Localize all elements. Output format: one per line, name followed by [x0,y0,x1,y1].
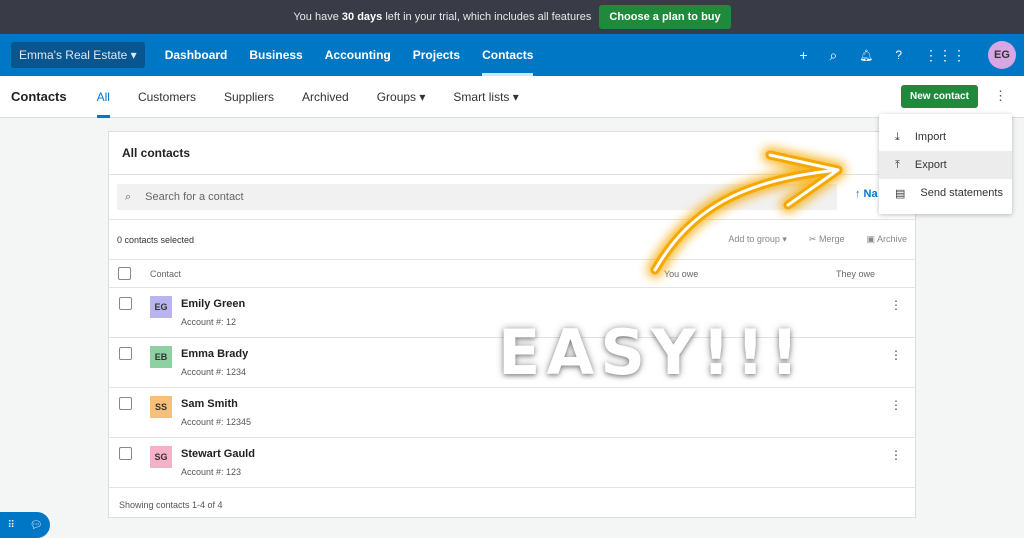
contact-name[interactable]: Stewart Gauld [181,448,255,460]
nav-accounting[interactable]: Accounting [325,34,391,76]
tab-all[interactable]: All [96,76,110,118]
nav-contacts[interactable]: Contacts [482,34,534,76]
chat-icon: 💬︎ [29,519,43,531]
tab-customers[interactable]: Customers [138,76,196,118]
more-options-menu: ⤓ Import ⤒ Export ▤ Send statements [879,114,1012,214]
row-options-icon[interactable]: ⋮ [890,348,902,362]
search-icon[interactable]: ⌕ [830,47,838,64]
nav-business[interactable]: Business [249,34,302,76]
more-options-icon[interactable]: ⋮ [994,88,1007,104]
bell-icon[interactable]: 🔔︎ [859,49,873,62]
nav-dashboard[interactable]: Dashboard [165,34,228,76]
archive-button[interactable]: ▣ Archive [866,234,907,245]
column-you-owe: You owe [664,268,699,279]
row-options-icon[interactable]: ⋮ [890,398,902,412]
document-icon: ▤ [895,187,906,200]
table-row[interactable]: SS Sam Smith Account #: 12345 ⋮ [109,387,915,437]
merge-button[interactable]: ✂ Merge [809,234,845,245]
download-icon: ⤓ [895,130,900,143]
contact-name[interactable]: Emma Brady [181,348,248,360]
row-checkbox[interactable] [119,297,132,310]
sort-button[interactable]: ↑ Na [855,188,878,200]
menu-item-send-statements[interactable]: ▤ Send statements [879,179,1012,207]
tab-archived[interactable]: Archived [302,76,349,118]
search-placeholder: Search for a contact [145,191,244,203]
new-contact-button[interactable]: New contact [901,85,978,108]
easy-overlay-text: EASY!!! [498,316,805,389]
help-widget[interactable]: ⠿ 💬︎ [0,512,50,538]
help-icon[interactable]: ? [895,48,902,62]
search-input[interactable]: ⌕ Search for a contact [117,184,837,210]
contact-name[interactable]: Sam Smith [181,398,238,410]
nav-projects[interactable]: Projects [413,34,460,76]
account-number: Account #: 1234 [181,367,247,377]
choose-plan-button[interactable]: Choose a plan to buy [599,5,731,29]
column-they-owe: They owe [836,268,876,279]
row-checkbox[interactable] [119,447,132,460]
tab-smart-lists[interactable]: Smart lists ▾ [453,76,518,118]
account-number: Account #: 12345 [181,417,252,427]
apps-grid-icon[interactable]: ⋮⋮⋮ [924,47,966,64]
column-contact: Contact [150,268,182,279]
select-all-checkbox[interactable] [118,267,131,280]
contact-initials: EG [150,296,172,318]
upload-icon: ⤒ [895,158,900,171]
org-switcher[interactable]: Emma's Real Estate ▾ [11,42,145,68]
plus-icon[interactable]: + [799,47,807,63]
contact-initials: EB [150,346,172,368]
card-title: All contacts [109,132,915,175]
pagination-text: Showing contacts 1-4 of 4 [109,487,915,522]
drag-handle-icon: ⠿ [7,519,15,531]
trial-text: You have 30 days left in your trial, whi… [293,11,592,23]
row-checkbox[interactable] [119,347,132,360]
contact-initials: SG [150,446,172,468]
account-number: Account #: 12 [181,317,237,327]
page-title: Contacts [11,89,67,104]
table-header: Contact You owe They owe [109,259,915,287]
tab-suppliers[interactable]: Suppliers [224,76,274,118]
row-options-icon[interactable]: ⋮ [890,298,902,312]
row-options-icon[interactable]: ⋮ [890,448,902,462]
selected-count: 0 contacts selected [117,234,195,245]
contact-initials: SS [150,396,172,418]
bulk-actions-bar: 0 contacts selected Add to group ▾ ✂ Mer… [109,219,915,259]
search-icon: ⌕ [125,190,132,203]
contact-name[interactable]: Emily Green [181,298,245,310]
trial-banner: You have 30 days left in your trial, whi… [0,0,1024,34]
avatar[interactable]: EG [988,41,1016,69]
sub-nav: Contacts All Customers Suppliers Archive… [0,76,1024,118]
menu-item-import[interactable]: ⤓ Import [879,123,1012,151]
top-nav: Emma's Real Estate ▾ Dashboard Business … [0,34,1024,76]
tab-groups[interactable]: Groups ▾ [377,76,426,118]
table-row[interactable]: SG Stewart Gauld Account #: 123 ⋮ [109,437,915,487]
add-to-group-button[interactable]: Add to group ▾ [728,234,787,245]
account-number: Account #: 123 [181,467,242,477]
menu-item-export[interactable]: ⤒ Export [879,151,1012,179]
row-checkbox[interactable] [119,397,132,410]
